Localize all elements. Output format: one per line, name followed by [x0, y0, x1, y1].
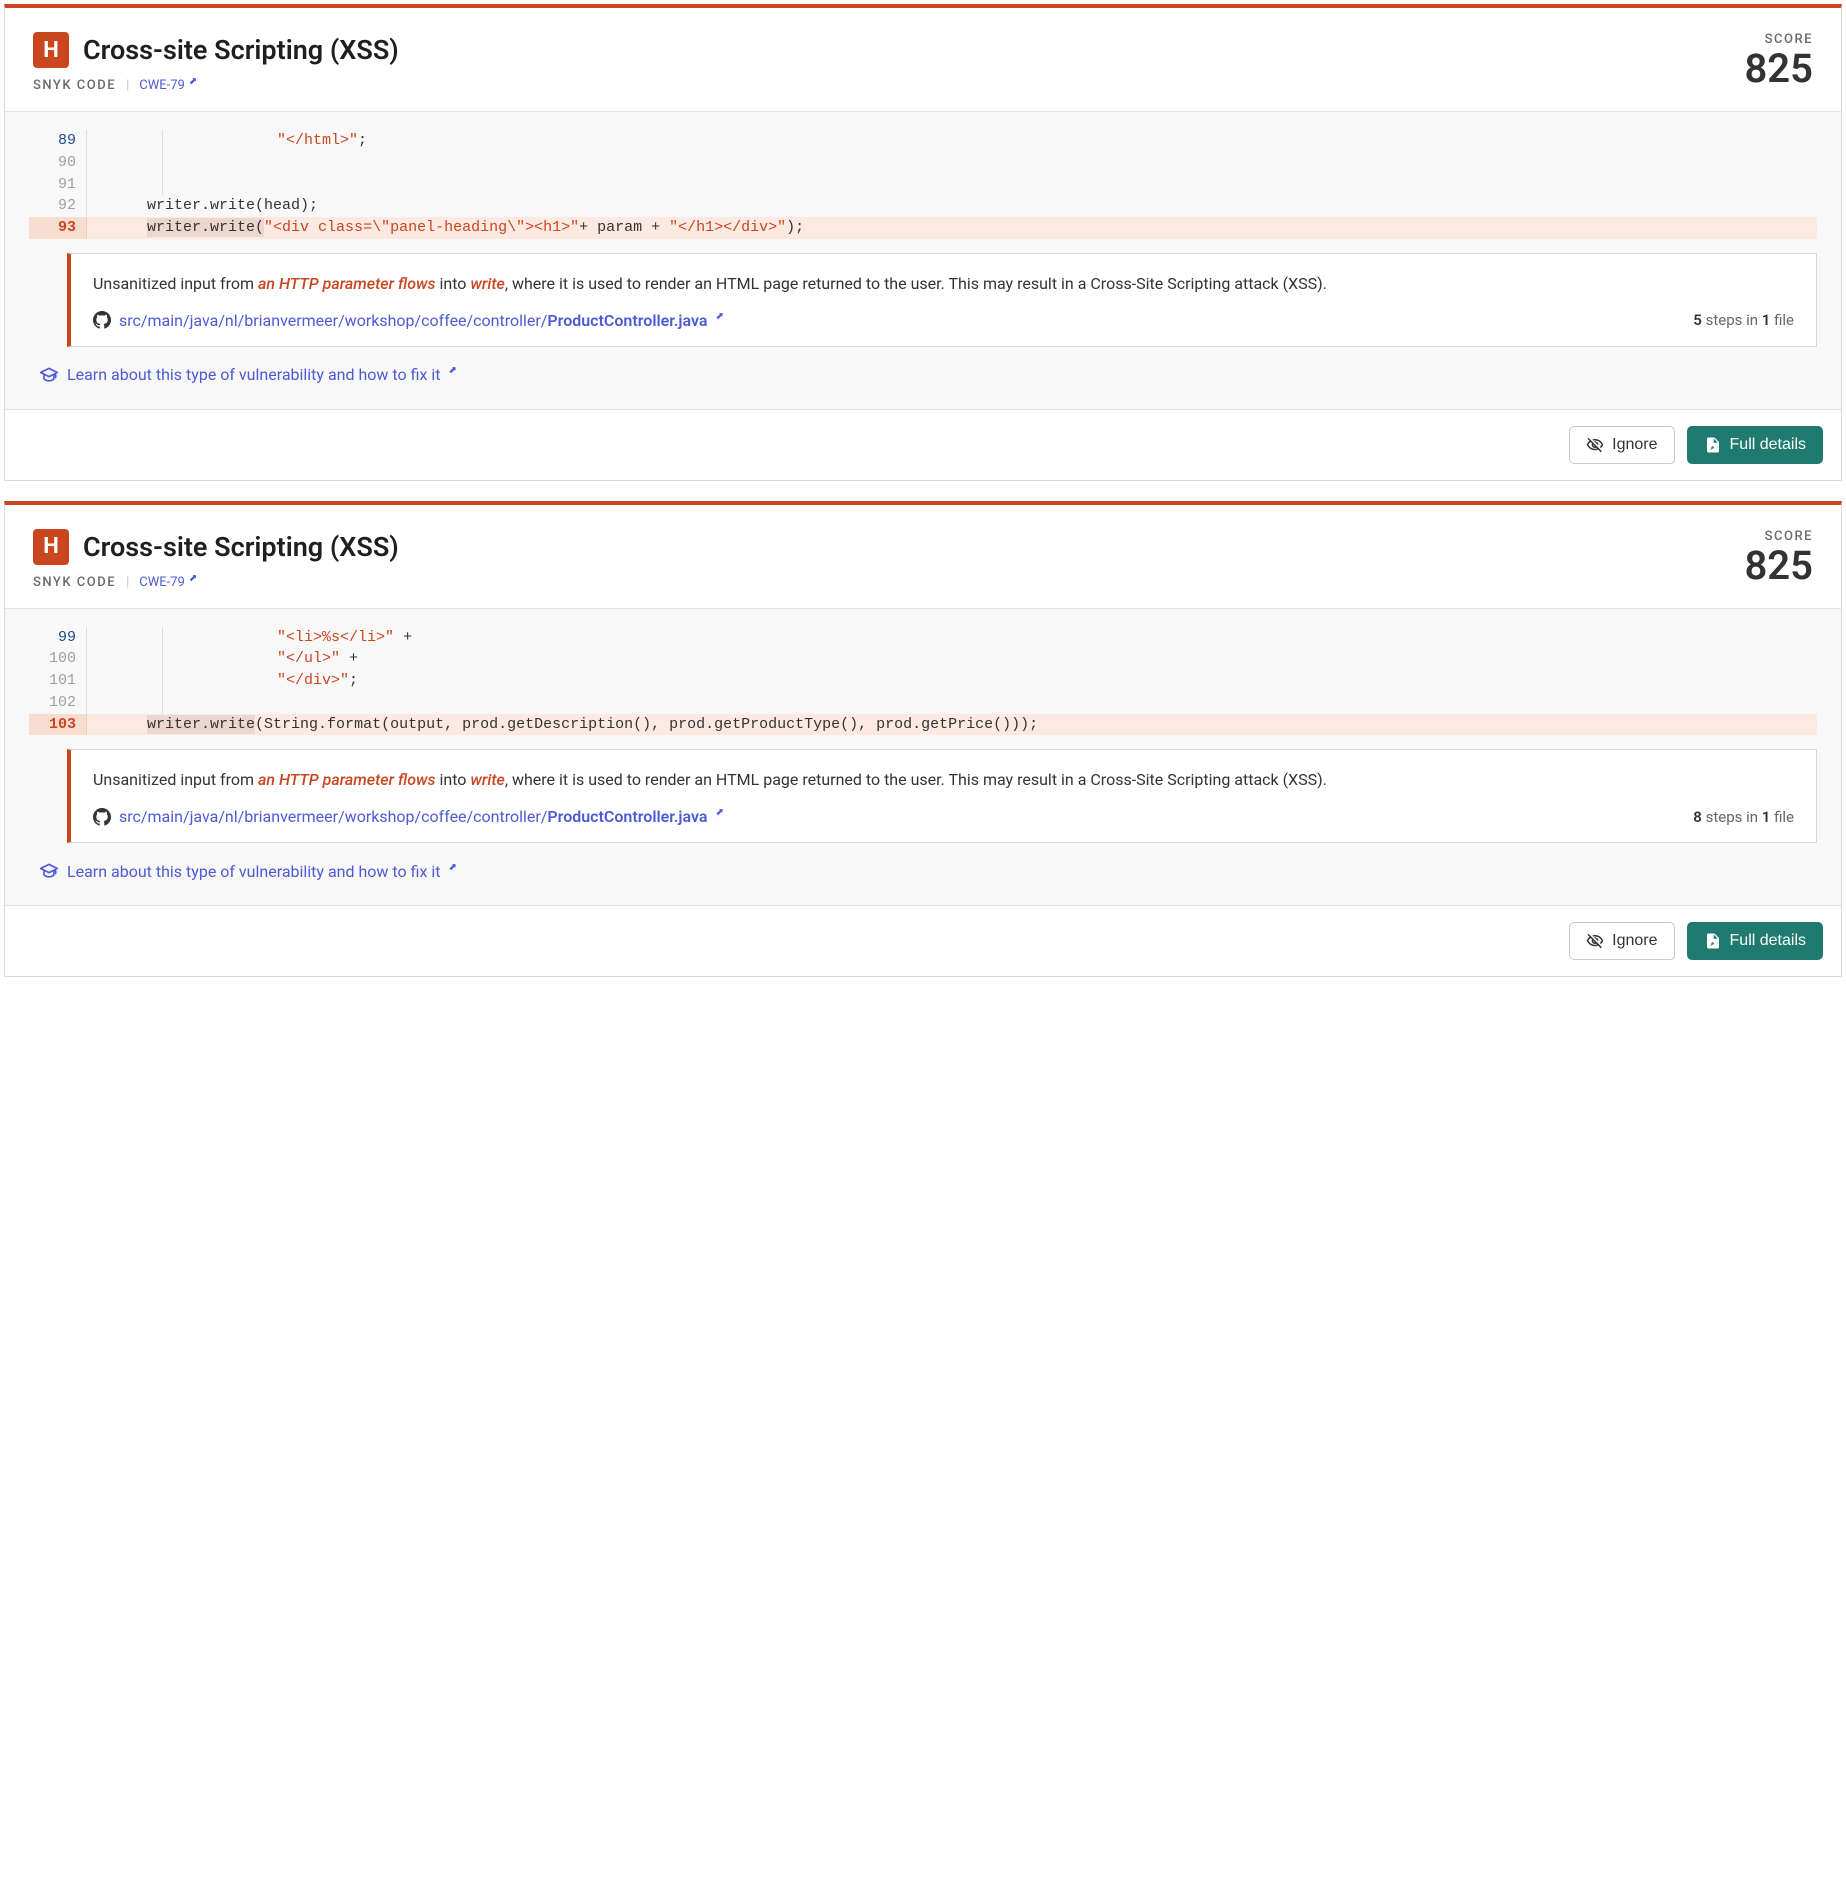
vulnerability-title: Cross-site Scripting (XSS)	[83, 34, 399, 66]
code-line: 93 writer.write("<div class=\"panel-head…	[29, 217, 1817, 239]
line-number: 99	[29, 627, 87, 649]
full-details-button[interactable]: Full details	[1687, 922, 1823, 960]
graduation-cap-icon	[39, 861, 59, 881]
score-value: 825	[1744, 546, 1813, 586]
card-body: 99 "<li>%s</li>" +100 "</ul>" +101 "</di…	[5, 609, 1841, 906]
score-value: 825	[1744, 49, 1813, 89]
document-search-icon	[1704, 932, 1722, 950]
line-number: 102	[29, 692, 87, 714]
ignore-button[interactable]: Ignore	[1569, 426, 1674, 464]
explanation-box: Unsanitized input from an HTTP parameter…	[67, 253, 1817, 347]
card-header: H Cross-site Scripting (XSS) SNYK CODE |…	[5, 8, 1841, 112]
learn-more-link[interactable]: Learn about this type of vulnerability a…	[39, 861, 457, 881]
code-snippet: 89 "</html>";909192 writer.write(head);9…	[29, 130, 1817, 239]
document-search-icon	[1704, 436, 1722, 454]
card-footer: Ignore Full details	[5, 409, 1841, 480]
ignore-button[interactable]: Ignore	[1569, 922, 1674, 960]
code-line: 92 writer.write(head);	[29, 195, 1817, 217]
line-number: 100	[29, 648, 87, 670]
explanation-text: Unsanitized input from an HTTP parameter…	[93, 768, 1794, 793]
source-label: SNYK CODE	[33, 78, 116, 93]
code-line: 100 "</ul>" +	[29, 648, 1817, 670]
severity-badge: H	[33, 32, 69, 68]
steps-count: 8 steps in 1 file	[1693, 808, 1794, 826]
card-footer: Ignore Full details	[5, 905, 1841, 976]
eye-off-icon	[1586, 436, 1604, 454]
external-link-icon: ⬈	[715, 311, 723, 322]
severity-badge: H	[33, 529, 69, 565]
line-number: 89	[29, 130, 87, 152]
source-label: SNYK CODE	[33, 575, 116, 590]
external-link-icon: ⬈	[189, 573, 197, 584]
external-link-icon: ⬈	[189, 76, 197, 87]
card-body: 89 "</html>";909192 writer.write(head);9…	[5, 112, 1841, 409]
line-number: 101	[29, 670, 87, 692]
full-details-button[interactable]: Full details	[1687, 426, 1823, 464]
line-number: 92	[29, 195, 87, 217]
separator: |	[126, 575, 129, 590]
vulnerability-title: Cross-site Scripting (XSS)	[83, 531, 399, 563]
eye-off-icon	[1586, 932, 1604, 950]
graduation-cap-icon	[39, 365, 59, 385]
code-line: 89 "</html>";	[29, 130, 1817, 152]
code-line: 91	[29, 174, 1817, 196]
code-line: 101 "</div>";	[29, 670, 1817, 692]
card-header: H Cross-site Scripting (XSS) SNYK CODE |…	[5, 505, 1841, 609]
cwe-link[interactable]: CWE-79 ⬈	[139, 575, 197, 590]
separator: |	[126, 78, 129, 93]
steps-count: 5 steps in 1 file	[1693, 311, 1794, 329]
code-line: 103 writer.write(String.format(output, p…	[29, 714, 1817, 736]
github-icon	[93, 808, 111, 826]
code-line: 102	[29, 692, 1817, 714]
external-link-icon: ⬈	[448, 862, 456, 873]
line-number: 93	[29, 217, 87, 239]
explanation-box: Unsanitized input from an HTTP parameter…	[67, 749, 1817, 843]
source-file-link[interactable]: src/main/java/nl/brianvermeer/workshop/c…	[93, 311, 724, 330]
code-line: 90	[29, 152, 1817, 174]
code-line: 99 "<li>%s</li>" +	[29, 627, 1817, 649]
cwe-link[interactable]: CWE-79 ⬈	[139, 78, 197, 93]
code-snippet: 99 "<li>%s</li>" +100 "</ul>" +101 "</di…	[29, 627, 1817, 736]
vulnerability-card: H Cross-site Scripting (XSS) SNYK CODE |…	[4, 501, 1842, 978]
learn-more-link[interactable]: Learn about this type of vulnerability a…	[39, 365, 457, 385]
external-link-icon: ⬈	[448, 365, 456, 376]
source-file-link[interactable]: src/main/java/nl/brianvermeer/workshop/c…	[93, 807, 724, 826]
github-icon	[93, 311, 111, 329]
external-link-icon: ⬈	[715, 807, 723, 818]
line-number: 103	[29, 714, 87, 736]
line-number: 91	[29, 174, 87, 196]
vulnerability-card: H Cross-site Scripting (XSS) SNYK CODE |…	[4, 4, 1842, 481]
explanation-text: Unsanitized input from an HTTP parameter…	[93, 272, 1794, 297]
line-number: 90	[29, 152, 87, 174]
